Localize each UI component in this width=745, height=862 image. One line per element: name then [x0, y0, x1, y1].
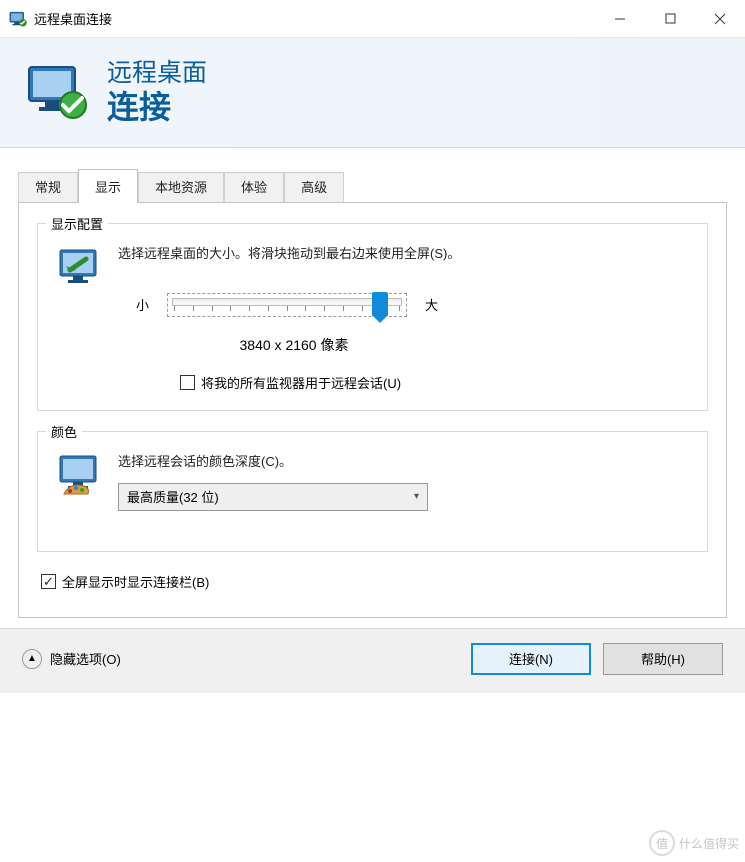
monitor-arrow-icon: [56, 244, 104, 292]
header-line2: 连接: [107, 88, 207, 126]
fullscreen-bar-label: 全屏显示时显示连接栏(B): [62, 572, 209, 591]
content-area: 常规 显示 本地资源 体验 高级 显示配置 选择远程桌面的大小。将滑块拖动到最右…: [0, 148, 745, 628]
window-title: 远程桌面连接: [34, 9, 112, 28]
fullscreen-bar-checkbox[interactable]: [41, 574, 56, 589]
color-depth-combobox[interactable]: 最高质量(32 位) ▾: [118, 483, 428, 511]
rdc-logo-icon: [25, 61, 89, 125]
display-instruction: 选择远程桌面的大小。将滑块拖动到最右边来使用全屏(S)。: [118, 244, 689, 265]
minimize-button[interactable]: [595, 1, 645, 37]
connect-button[interactable]: 连接(N): [471, 643, 591, 675]
resolution-slider-row: 小 大: [118, 293, 689, 317]
watermark: 值 什么值得买: [649, 830, 739, 856]
titlebar: 远程桌面连接: [0, 0, 745, 38]
titlebar-left: 远程桌面连接: [0, 9, 112, 29]
maximize-button[interactable]: [645, 1, 695, 37]
slider-thumb[interactable]: [372, 292, 388, 316]
help-button[interactable]: 帮助(H): [603, 643, 723, 675]
collapse-arrow-icon: ▲: [22, 649, 42, 669]
system-buttons: [595, 1, 745, 37]
options-toggle[interactable]: ▲ 隐藏选项(O): [22, 649, 121, 669]
tab-display[interactable]: 显示: [78, 169, 138, 203]
tab-experience[interactable]: 体验: [224, 172, 284, 203]
tab-advanced[interactable]: 高级: [284, 172, 344, 203]
header-text: 远程桌面 连接: [107, 58, 207, 126]
tab-panel-display: 显示配置 选择远程桌面的大小。将滑块拖动到最右边来使用全屏(S)。 小 大: [18, 202, 727, 618]
all-monitors-row: 将我的所有监视器用于远程会话(U): [180, 373, 689, 392]
group-title-color: 颜色: [46, 422, 82, 441]
resolution-text: 3840 x 2160 像素: [174, 335, 414, 355]
action-buttons: 连接(N) 帮助(H): [471, 643, 723, 675]
tab-strip: 常规 显示 本地资源 体验 高级: [18, 169, 727, 203]
monitor-palette-icon: [56, 452, 104, 500]
group-color: 颜色 选择远程会话的颜色深度(C)。 最高质量(32 位) ▾: [37, 431, 708, 552]
chevron-down-icon: ▾: [414, 491, 419, 502]
group-title-display-config: 显示配置: [46, 214, 108, 233]
close-button[interactable]: [695, 1, 745, 37]
tab-general[interactable]: 常规: [18, 172, 78, 203]
slider-min-label: 小: [136, 295, 149, 314]
options-label: 隐藏选项(O): [50, 649, 121, 668]
all-monitors-label: 将我的所有监视器用于远程会话(U): [201, 373, 401, 392]
watermark-text: 什么值得买: [679, 835, 739, 852]
bottom-bar: ▲ 隐藏选项(O) 连接(N) 帮助(H): [0, 628, 745, 693]
tab-local-resources[interactable]: 本地资源: [138, 172, 224, 203]
resolution-slider[interactable]: [167, 293, 407, 317]
app-icon: [8, 9, 28, 29]
watermark-icon: 值: [649, 830, 675, 856]
group-display-config: 显示配置 选择远程桌面的大小。将滑块拖动到最右边来使用全屏(S)。 小 大: [37, 223, 708, 411]
header-banner: 远程桌面 连接: [0, 38, 745, 148]
slider-max-label: 大: [425, 295, 438, 314]
fullscreen-bar-row: 全屏显示时显示连接栏(B): [41, 572, 708, 591]
combobox-value: 最高质量(32 位): [127, 487, 219, 506]
header-line1: 远程桌面: [107, 58, 207, 88]
all-monitors-checkbox[interactable]: [180, 375, 195, 390]
color-instruction: 选择远程会话的颜色深度(C)。: [118, 452, 689, 473]
